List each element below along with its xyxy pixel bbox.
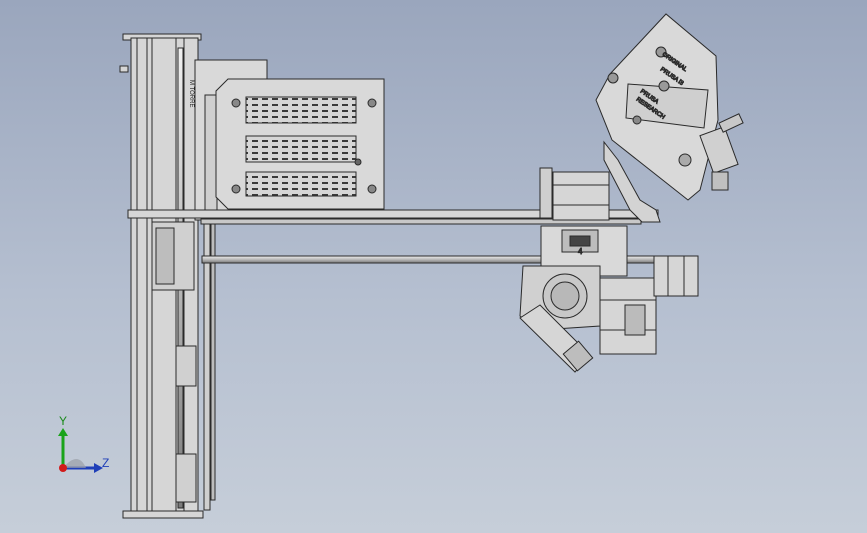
y-axis-arrowhead [58,428,68,436]
y-axis-label: Y [59,414,68,428]
z-axis-label: Z [102,456,110,470]
extruder[interactable]: ORIGINAL PRUSA i3 PRUSA RESEARCH [595,13,744,223]
cad-viewport[interactable]: M TORRE 4 ORIGINAL PRUSA i3 PRUSA RESEAR… [0,0,867,533]
fan-hotend[interactable] [519,265,601,373]
assembly-model[interactable]: M TORRE 4 ORIGINAL PRUSA i3 PRUSA RESEAR… [0,0,867,533]
axis-triad [58,428,103,473]
motor-label: 4 [578,247,583,256]
rail-label: M TORRE [188,80,194,107]
electronics-box[interactable] [215,78,385,210]
x-axis-dot [59,464,67,472]
